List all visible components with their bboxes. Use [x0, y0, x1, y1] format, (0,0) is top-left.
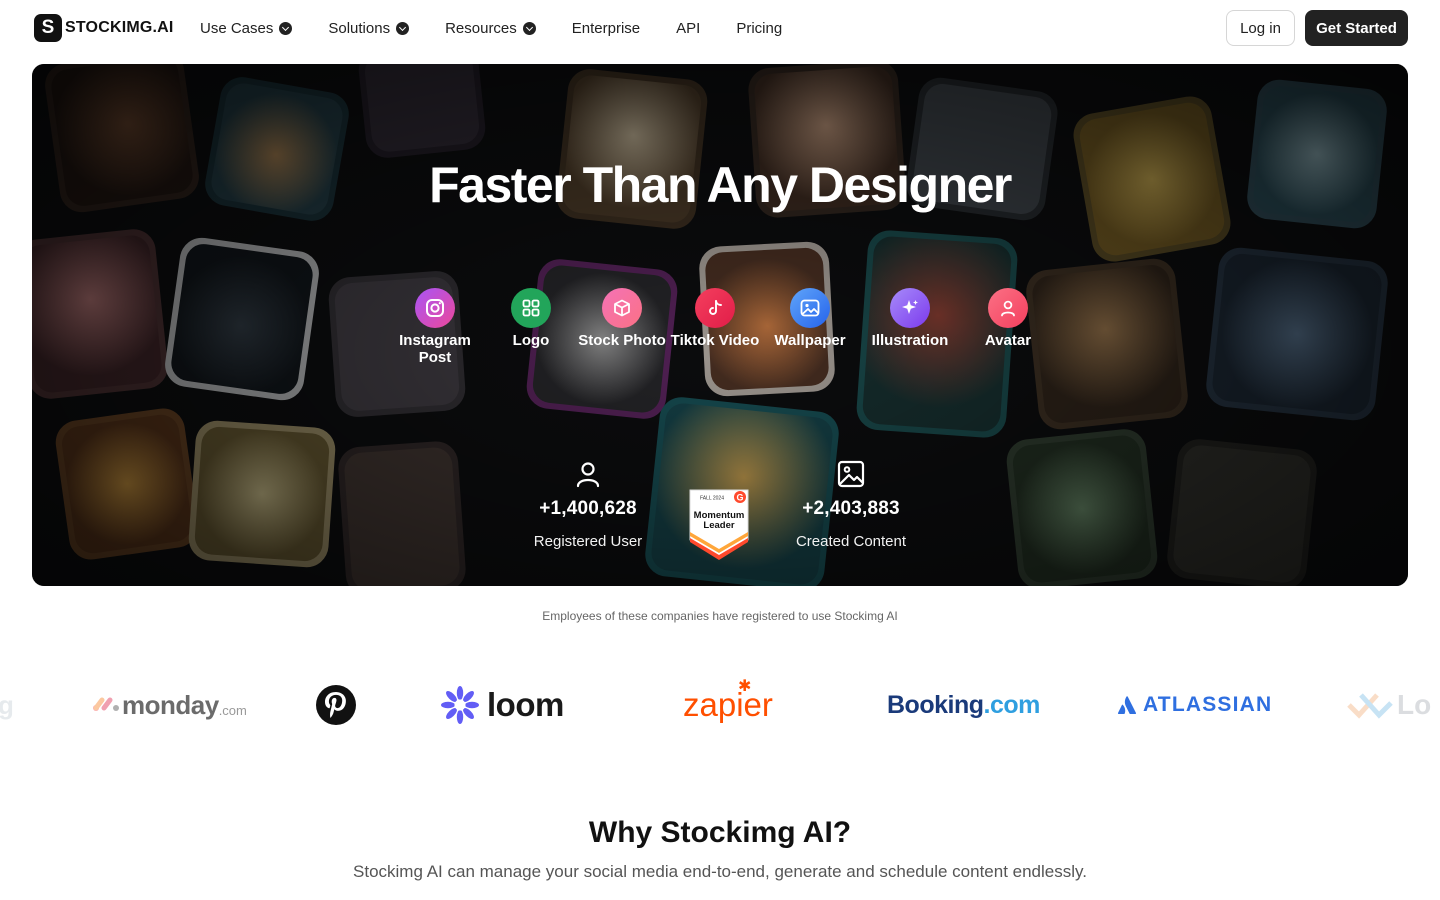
pinterest-logo: [315, 674, 357, 736]
menu-item-label: Resources: [445, 19, 517, 37]
menu-item-label: Enterprise: [571, 19, 641, 37]
chevron-down-icon: [279, 21, 293, 35]
image-icon: [837, 460, 865, 488]
category-stock-photo[interactable]: Stock Photo: [577, 288, 667, 349]
category-label: Stock Photo: [578, 332, 666, 349]
loom-star-icon: [441, 686, 479, 724]
partial-logo-left: g: [0, 689, 14, 720]
menu-item-enterprise[interactable]: Enterprise: [572, 20, 640, 37]
category-wallpaper[interactable]: Wallpaper: [765, 288, 855, 349]
category-label: Instagram Post: [399, 332, 471, 366]
stat-created-content: +2,403,883 Created Content: [751, 460, 951, 550]
chevron-down-icon: [522, 21, 536, 35]
partial-brand-icon: [1347, 693, 1393, 719]
menu-item-solutions[interactable]: Solutions: [328, 19, 410, 37]
why-section-subtitle: Stockimg AI can manage your social media…: [353, 862, 1087, 881]
monday-mark-icon: [93, 697, 119, 711]
loom-logo: loom: [441, 674, 564, 736]
category-label: Avatar: [984, 332, 1032, 349]
partial-logo-right: Lo: [1347, 674, 1431, 736]
booking-wordmark: Booking: [887, 690, 984, 719]
monday-wordmark: monday: [122, 689, 219, 720]
brand-logo[interactable]: S STOCKIMG.AI: [34, 14, 174, 42]
atlassian-logo: ATLASSIAN: [1117, 674, 1272, 736]
atlassian-mark-icon: [1117, 696, 1137, 714]
badge-title-line2: Leader: [703, 520, 734, 531]
tiktok-icon: [695, 288, 735, 328]
badge-season: FALL 2024: [700, 496, 724, 502]
top-navigation: S STOCKIMG.AI Use Cases Solutions Resour…: [0, 0, 1440, 56]
category-list: Instagram Post Logo Stock Photo Tiktok V…: [32, 288, 1408, 378]
category-label: Wallpaper: [774, 332, 846, 349]
user-icon: [988, 288, 1028, 328]
atlassian-wordmark: ATLASSIAN: [1143, 693, 1273, 716]
category-avatar[interactable]: Avatar: [963, 288, 1053, 349]
zapier-wordmark: zapier: [683, 686, 773, 723]
image-icon: [790, 288, 830, 328]
category-label: Illustration: [871, 332, 949, 349]
pinterest-icon: [316, 685, 356, 725]
logo-text: STOCKIMG.AI: [65, 19, 174, 36]
menu-item-api[interactable]: API: [676, 20, 700, 37]
menu-item-label: API: [676, 19, 701, 37]
menu-item-label: Solutions: [328, 19, 391, 37]
booking-suffix: .com: [983, 690, 1041, 719]
category-tiktok-video[interactable]: Tiktok Video: [670, 288, 760, 349]
category-label: Logo: [512, 332, 550, 349]
stat-registered-users: +1,400,628 Registered User: [488, 460, 688, 550]
logo-mark: S: [34, 14, 62, 42]
menu-item-label: Pricing: [736, 19, 783, 37]
monday-suffix: .com: [218, 702, 247, 718]
chevron-down-icon: [396, 21, 410, 35]
main-menu: Use Cases Solutions Resources Enterprise…: [200, 0, 818, 56]
companies-caption: Employees of these companies have regist…: [542, 609, 898, 623]
sparkle-icon: [890, 288, 930, 328]
company-logo-carousel: g monday .com loom ✱ zapier Booking .com…: [0, 674, 1440, 736]
category-illustration[interactable]: Illustration: [865, 288, 955, 349]
booking-logo: Booking .com: [887, 674, 1040, 736]
badge-brand: G: [736, 493, 743, 503]
background-tile: [1004, 427, 1160, 586]
instagram-icon: [415, 288, 455, 328]
category-label: Tiktok Video: [670, 332, 760, 349]
background-tile: [356, 64, 488, 160]
hero-banner: Faster Than Any Designer Instagram Post …: [32, 64, 1408, 586]
monday-logo: monday .com: [92, 674, 247, 736]
stat-value: +1,400,628: [539, 498, 637, 519]
stat-label: Created Content: [795, 533, 907, 550]
menu-item-label: Use Cases: [200, 19, 274, 37]
login-button[interactable]: Log in: [1226, 10, 1295, 46]
stat-label: Registered User: [533, 533, 643, 550]
g2-momentum-leader-badge: G FALL 2024 Momentum Leader: [688, 488, 750, 560]
loom-wordmark: loom: [487, 686, 564, 723]
grid-icon: [511, 288, 551, 328]
menu-item-resources[interactable]: Resources: [445, 20, 536, 37]
user-icon: [574, 460, 602, 488]
background-tile: [1165, 437, 1319, 586]
partial-brand-wordmark: Lo: [1397, 689, 1432, 720]
box-icon: [602, 288, 642, 328]
category-instagram-post[interactable]: Instagram Post: [390, 288, 480, 366]
background-tile: [187, 419, 337, 569]
menu-item-pricing[interactable]: Pricing: [736, 20, 782, 37]
background-tile: [52, 405, 202, 563]
get-started-button[interactable]: Get Started: [1305, 10, 1408, 46]
why-section-title: Why Stockimg AI?: [588, 816, 852, 849]
zapier-asterisk-icon: ✱: [738, 678, 752, 695]
category-logo[interactable]: Logo: [486, 288, 576, 349]
stat-value: +2,403,883: [802, 498, 900, 519]
background-tile: [336, 439, 468, 586]
hero-title: Faster Than Any Designer: [429, 157, 1012, 213]
zapier-logo: ✱ zapier: [683, 674, 773, 736]
menu-item-use-cases[interactable]: Use Cases: [200, 19, 293, 37]
